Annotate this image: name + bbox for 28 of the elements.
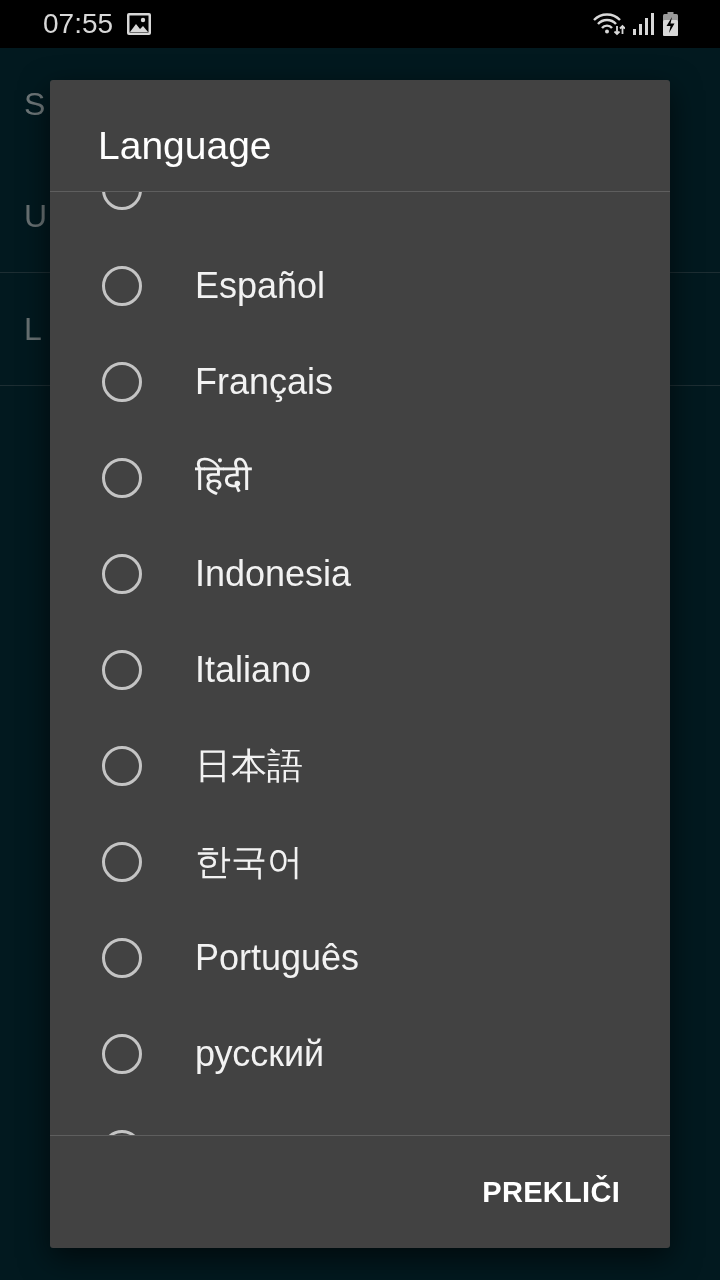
language-option[interactable]: 日本語: [195, 744, 303, 788]
language-option[interactable]: 한국어: [195, 840, 303, 884]
radio-button[interactable]: [102, 362, 142, 402]
dialog-title: Language: [98, 123, 272, 169]
radio-button[interactable]: [102, 650, 142, 690]
status-time: 07:55: [43, 8, 114, 40]
language-option[interactable]: Italiano: [195, 648, 312, 692]
screen-title: S: [24, 85, 46, 123]
cancel-button[interactable]: PREKLIČI: [472, 1165, 630, 1219]
wifi-icon: [593, 12, 625, 36]
settings-item: U: [24, 197, 48, 235]
radio-button[interactable]: [102, 554, 142, 594]
image-icon: [127, 13, 152, 35]
battery-charging-icon: [663, 12, 678, 36]
language-option[interactable]: Español: [195, 264, 326, 308]
radio-button[interactable]: [102, 842, 142, 882]
settings-item: L: [24, 310, 42, 348]
language-option[interactable]: русский: [195, 1032, 325, 1076]
language-option[interactable]: हिंदी: [195, 456, 251, 500]
language-option[interactable]: Indonesia: [195, 552, 352, 596]
language-option[interactable]: Português: [195, 936, 360, 980]
radio-button[interactable]: [102, 458, 142, 498]
radio-button[interactable]: [102, 266, 142, 306]
radio-button[interactable]: [102, 938, 142, 978]
signal-icon: [633, 13, 655, 35]
language-option[interactable]: Français: [195, 360, 334, 404]
radio-button[interactable]: [102, 1034, 142, 1074]
radio-button[interactable]: [102, 746, 142, 786]
